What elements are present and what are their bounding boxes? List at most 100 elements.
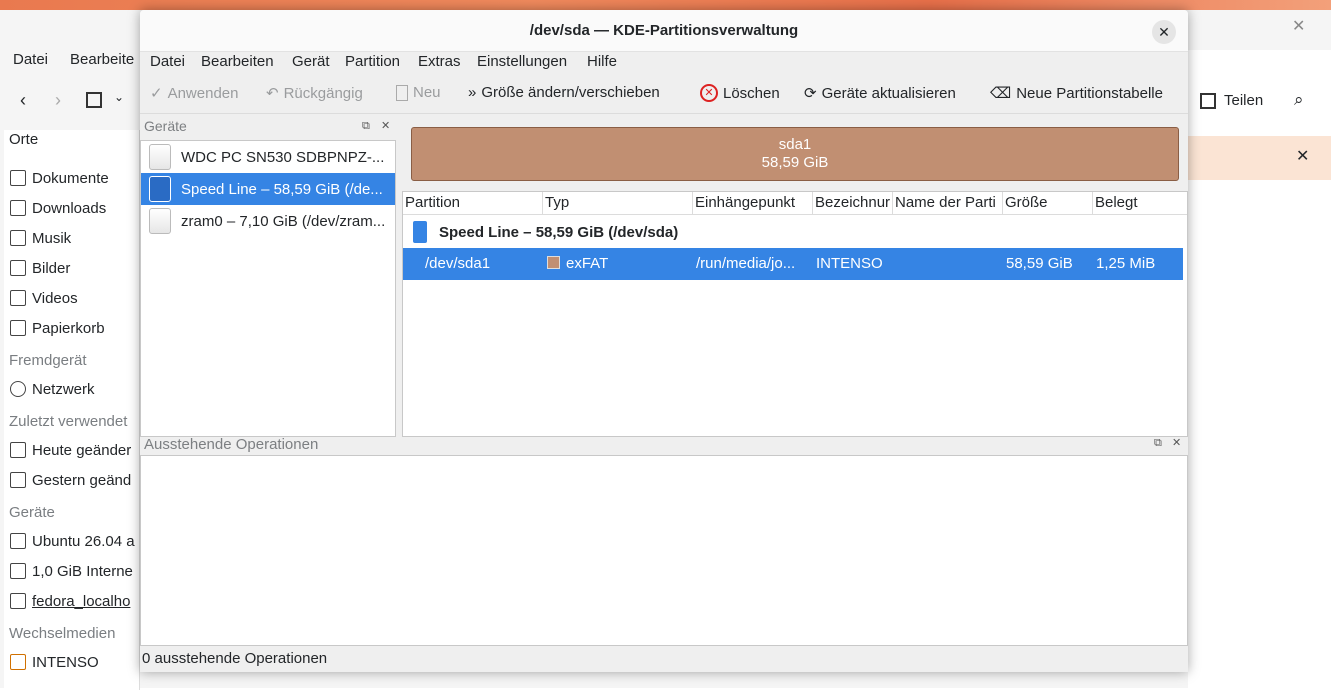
partition-graphic-name: sda1 [778, 136, 812, 153]
notification-bar: ✕ [1188, 136, 1331, 180]
place-item[interactable]: Videos [4, 283, 140, 313]
new-partition-table-button[interactable]: ⌫ Neue Partitionstabelle [990, 84, 1163, 103]
checkmark-icon: ✓ [150, 85, 163, 102]
usb-drive-icon [413, 221, 427, 243]
menu-datei[interactable]: Datei [150, 53, 185, 70]
devices-panel-header: Geräte ⧉ ✕ [144, 118, 394, 138]
cell-mountpoint: /run/media/jo... [696, 255, 796, 272]
bg-menu-bearbeiten[interactable]: Bearbeite [70, 51, 134, 68]
column-header[interactable]: Größe [1003, 192, 1093, 214]
removable-title: Wechselmedien [9, 625, 116, 642]
resize-move-button[interactable]: » Größe ändern/verschieben [468, 84, 660, 101]
menu-bearbeiten[interactable]: Bearbeiten [201, 53, 274, 70]
menu-extras[interactable]: Extras [418, 53, 461, 70]
cell-size: 58,59 GiB [1006, 255, 1073, 272]
places-title: Orte [9, 131, 39, 148]
bg-menu-datei[interactable]: Datei [13, 51, 48, 68]
refresh-label: Geräte aktualisieren [821, 84, 956, 102]
calendar-icon [10, 472, 26, 488]
double-chevron-right-icon: » [468, 84, 477, 101]
place-item[interactable]: INTENSO [4, 647, 140, 677]
drive-icon [10, 563, 26, 579]
device-item[interactable]: zram0 – 7,10 GiB (/dev/zram... [141, 205, 395, 237]
place-label: Ubuntu 26.04 a [32, 532, 135, 550]
table-row[interactable]: /dev/sda1 exFAT /run/media/jo... INTENSO… [403, 248, 1183, 280]
cell-type: exFAT [566, 255, 609, 272]
cell-used: 1,25 MiB [1096, 255, 1156, 272]
view-mode-icon[interactable] [86, 92, 102, 108]
apply-button[interactable]: ✓ Anwenden [150, 84, 238, 103]
place-item[interactable]: Downloads [4, 193, 140, 223]
bg-close-icon[interactable]: ✕ [1292, 16, 1305, 36]
close-icon[interactable]: ✕ [381, 119, 390, 132]
new-partition-button[interactable]: Neu [396, 84, 441, 101]
place-item[interactable]: Gestern geänd [4, 465, 140, 495]
network-icon [10, 381, 26, 397]
device-item-selected[interactable]: Speed Line – 58,59 GiB (/de... [141, 173, 395, 205]
share-button[interactable]: Teilen [1200, 92, 1263, 109]
place-item[interactable]: 1,0 GiB Interne [4, 556, 140, 586]
calendar-icon [10, 442, 26, 458]
partition-graphic-size: 58,59 GiB [761, 154, 829, 171]
refresh-devices-button[interactable]: ⟳ Geräte aktualisieren [804, 84, 956, 103]
remote-title: Fremdgerät [9, 352, 87, 369]
cell-label: INTENSO [816, 255, 883, 272]
place-item[interactable]: Bilder [4, 253, 140, 283]
search-icon[interactable]: ⌕ [1294, 90, 1304, 110]
video-icon [10, 290, 26, 306]
menubar: Datei Bearbeiten Gerät Partition Extras … [140, 52, 1188, 76]
place-item[interactable]: Dokumente [4, 163, 140, 193]
chevron-down-icon[interactable]: ⌄ [114, 90, 124, 104]
pending-header-label: Ausstehende Operationen [144, 436, 319, 453]
place-label: Downloads [32, 199, 107, 217]
music-icon [10, 230, 26, 246]
place-label: fedora_localho [32, 592, 131, 610]
delete-icon: ✕ [700, 84, 718, 102]
column-header[interactable]: Belegt [1093, 192, 1187, 214]
menu-geraet[interactable]: Gerät [292, 53, 330, 70]
place-item[interactable]: Heute geänder [4, 435, 140, 465]
share-label: Teilen [1224, 92, 1264, 109]
place-item[interactable]: Musik [4, 223, 140, 253]
close-icon[interactable]: ✕ [1296, 146, 1309, 166]
place-label: Bilder [32, 259, 71, 277]
partition-manager-window: /dev/sda — KDE-Partitionsverwaltung ✕ Da… [140, 10, 1188, 672]
device-item[interactable]: WDC PC SN530 SDBPNPZ-... [141, 141, 395, 173]
delete-label: Löschen [723, 84, 780, 102]
back-icon[interactable]: ‹ [20, 90, 26, 111]
column-header[interactable]: Name der Parti [893, 192, 1003, 214]
desktop-wallpaper [0, 0, 1331, 10]
close-icon[interactable]: ✕ [1172, 436, 1181, 449]
hard-disk-icon [149, 208, 171, 234]
place-item[interactable]: Papierkorb [4, 313, 140, 343]
menu-partition[interactable]: Partition [345, 53, 400, 70]
menu-hilfe[interactable]: Hilfe [587, 53, 617, 70]
devices-header-label: Geräte [144, 118, 187, 134]
trash-icon [10, 320, 26, 336]
device-label: WDC PC SN530 SDBPNPZ-... [181, 148, 385, 166]
float-icon[interactable]: ⧉ [362, 120, 370, 133]
toolbar: ✓ Anwenden ↶ Rückgängig Neu » Größe ändern/… [140, 78, 1188, 114]
table-device-row[interactable]: Speed Line – 58,59 GiB (/dev/sda) [403, 216, 1187, 248]
drive-icon [10, 533, 26, 549]
forward-icon[interactable]: › [55, 90, 61, 111]
window-close-button[interactable]: ✕ [1152, 20, 1176, 44]
column-header[interactable]: Partition [403, 192, 543, 214]
float-icon[interactable]: ⧉ [1154, 437, 1162, 450]
devices-title: Geräte [9, 504, 55, 521]
pending-operations-list [140, 455, 1188, 646]
column-header[interactable]: Bezeichnur [813, 192, 893, 214]
partition-graphic[interactable]: sda1 58,59 GiB [411, 127, 1179, 181]
table-header: Partition Typ Einhängepunkt Bezeichnur N… [403, 192, 1187, 215]
undo-button[interactable]: ↶ Rückgängig [266, 84, 363, 103]
menu-einstellungen[interactable]: Einstellungen [477, 53, 567, 70]
place-item[interactable]: Ubuntu 26.04 a [4, 526, 140, 556]
place-item[interactable]: fedora_localho [4, 586, 140, 616]
filesystem-color-swatch [547, 256, 560, 269]
delete-button[interactable]: ✕ Löschen [700, 84, 780, 102]
place-item[interactable]: Netzwerk [4, 374, 140, 404]
column-header[interactable]: Einhängepunkt [693, 192, 813, 214]
share-icon [1200, 92, 1216, 109]
column-header[interactable]: Typ [543, 192, 693, 214]
device-label: zram0 – 7,10 GiB (/dev/zram... [181, 212, 386, 230]
